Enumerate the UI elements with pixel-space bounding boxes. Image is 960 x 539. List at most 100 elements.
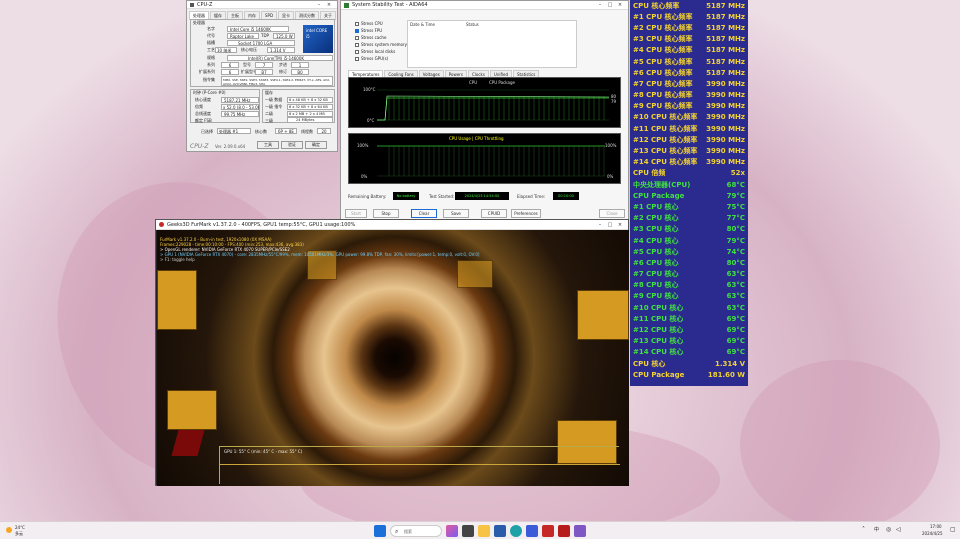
cpuz-titlebar[interactable]: CPU-Z – ×: [187, 1, 337, 9]
cpuid-button[interactable]: CPUID: [481, 209, 507, 218]
sensor-row: #10 CPU 核心频率 3990 MHz: [630, 112, 748, 123]
volume-icon[interactable]: ◁: [896, 526, 901, 533]
close-icon[interactable]: ×: [324, 2, 334, 8]
language-indicator[interactable]: 中: [874, 526, 879, 533]
aida64-window[interactable]: System Stability Test - AIDA64 – □ × Str…: [340, 0, 629, 220]
gpu-temp-graph: GPU 1: 55° C (min: 45° C - max: 55° C): [219, 446, 620, 484]
copilot-icon[interactable]: [446, 525, 458, 537]
legend-cpu: CPU: [469, 80, 478, 85]
clear-button[interactable]: Clear: [411, 209, 437, 218]
cpuz-brand: CPU-Z: [190, 143, 209, 150]
search-box[interactable]: ⌕ 搜索: [390, 525, 442, 537]
sensor-label: CPU 核心: [633, 359, 666, 368]
save-button[interactable]: Save: [443, 209, 469, 218]
codename-value: Raptor Lake: [227, 33, 259, 39]
battery-value: No battery: [393, 192, 419, 200]
stress-label: Stress FPU: [361, 28, 383, 33]
osd-line: > GPU 1 (NVIDIA GeForce RTX 4070) - core…: [160, 252, 480, 257]
validate-button[interactable]: 验证: [281, 141, 303, 149]
weather-widget[interactable]: 24°C 多云: [6, 525, 36, 537]
sensor-row: #8 CPU 核心 63°C: [630, 280, 748, 291]
sensor-value: 63°C: [726, 281, 745, 290]
stop-button[interactable]: Stop: [373, 209, 399, 218]
maximize-icon[interactable]: □: [605, 2, 615, 8]
sensor-value: 75°C: [726, 202, 745, 211]
tools-button[interactable]: 工具: [257, 141, 279, 149]
sensor-label: CPU 倍频: [633, 169, 666, 178]
clock-date[interactable]: 2024/4/25: [922, 531, 943, 536]
clock-time[interactable]: 17:00: [930, 524, 942, 529]
stress-label: Stress cache: [361, 35, 387, 40]
sensor-value: 69°C: [726, 314, 745, 323]
sensor-value: 3990 MHz: [706, 147, 745, 156]
minimize-icon[interactable]: –: [595, 222, 605, 228]
weather-temp: 24°C: [15, 525, 25, 530]
checkbox-icon[interactable]: [355, 56, 359, 61]
close-icon[interactable]: ×: [615, 2, 625, 8]
store-icon[interactable]: [494, 525, 506, 537]
furmark-window[interactable]: Geeks3D FurMark v1.37.2.0 - 400FPS, GPU1…: [155, 219, 629, 486]
edge-icon[interactable]: [510, 525, 522, 537]
sensor-label: #9 CPU 核心: [633, 292, 679, 301]
ok-button[interactable]: 确定: [305, 141, 327, 149]
extmodel-value: B7: [255, 69, 273, 75]
close-icon[interactable]: ×: [615, 222, 625, 228]
sensor-value: 1.314 V: [715, 359, 745, 368]
checkbox-icon[interactable]: [355, 21, 359, 26]
tech-value: 10 纳米: [215, 47, 237, 53]
aida64-taskbar-icon[interactable]: [558, 525, 570, 537]
stress-option[interactable]: Stress GPU(s): [355, 55, 407, 62]
l2-label: 二级: [265, 111, 273, 116]
sensor-value: 5187 MHz: [706, 23, 745, 32]
checkbox-icon[interactable]: [355, 35, 359, 40]
checkbox-icon[interactable]: [355, 42, 359, 47]
search-placeholder: 搜索: [404, 529, 412, 534]
sensor-value: 79°C: [726, 236, 745, 245]
weather-desc: 多云: [15, 531, 23, 536]
stress-option[interactable]: Stress FPU: [355, 27, 407, 34]
close-button[interactable]: Close: [599, 209, 625, 218]
start-icon[interactable]: [374, 525, 386, 537]
usage-graph-lines: [377, 145, 605, 177]
sensor-value: 3990 MHz: [706, 79, 745, 88]
furmark-logo: [171, 430, 205, 456]
instr-value: MMX, SSE, SSE2, SSE3, SSSE3, SSE4.1, SSE…: [221, 76, 333, 86]
l1d-label: 一级 数据: [265, 97, 283, 102]
furmark-taskbar-icon[interactable]: [542, 525, 554, 537]
task-view-icon[interactable]: [462, 525, 474, 537]
notification-icon[interactable]: ▢: [950, 526, 956, 533]
start-button[interactable]: Start: [345, 209, 367, 218]
checkbox-icon[interactable]: [355, 28, 359, 33]
sensor-label: #1 CPU 核心频率: [633, 12, 693, 21]
sensor-label: #3 CPU 核心频率: [633, 35, 693, 44]
minimize-icon[interactable]: –: [595, 2, 605, 8]
monitor-taskbar-icon[interactable]: [574, 525, 586, 537]
selection-dropdown[interactable]: 处理器 #1: [217, 128, 251, 134]
package-value: Socket 1700 LGA: [227, 40, 295, 46]
network-icon[interactable]: ◎: [886, 526, 891, 533]
sensor-row: #3 CPU 核心频率 5187 MHz: [630, 34, 748, 45]
cache-group-label: 缓存: [265, 90, 273, 95]
sensor-value: 181.60 W: [707, 370, 745, 379]
intel-core-logo: intel CORE i5: [303, 25, 333, 53]
furmark-titlebar[interactable]: Geeks3D FurMark v1.37.2.0 - 400FPS, GPU1…: [156, 220, 628, 230]
col-status: Status: [466, 22, 479, 27]
cpuz-taskbar-icon[interactable]: [526, 525, 538, 537]
aida-title: System Stability Test - AIDA64: [352, 2, 428, 8]
stress-option[interactable]: Stress local disks: [355, 48, 407, 55]
stress-option[interactable]: Stress CPU: [355, 20, 407, 27]
preferences-button[interactable]: Preferences: [511, 209, 541, 218]
cpuz-window[interactable]: CPU-Z – × 处理器 缓存 主板 内存 SPD 显卡 测试分数 关于 处理器 名字 In…: [186, 0, 338, 152]
aida-titlebar[interactable]: System Stability Test - AIDA64 – □ ×: [341, 1, 628, 10]
checkbox-icon[interactable]: [355, 49, 359, 54]
stress-option[interactable]: Stress system memory: [355, 41, 407, 48]
model-value: 7: [255, 62, 273, 68]
minimize-icon[interactable]: –: [314, 2, 324, 8]
file-explorer-icon[interactable]: [478, 525, 490, 537]
stress-option[interactable]: Stress cache: [355, 34, 407, 41]
usage-title: CPU Usage | CPU Throttling: [449, 136, 504, 141]
core-speed-label: 核心速度: [195, 97, 211, 102]
sensor-label: #5 CPU 核心频率: [633, 57, 693, 66]
chevron-up-icon[interactable]: ˄: [862, 526, 865, 533]
maximize-icon[interactable]: □: [605, 222, 615, 228]
